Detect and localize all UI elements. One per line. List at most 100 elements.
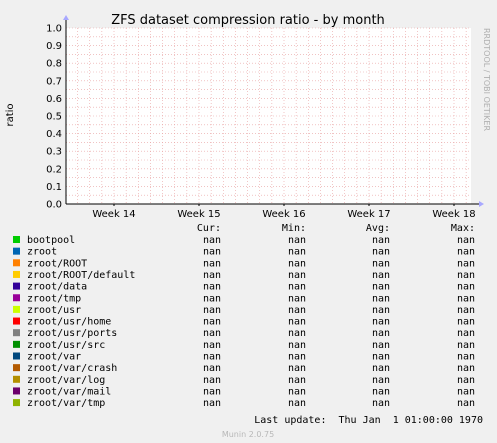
legend-value: nan <box>288 247 306 258</box>
legend-swatch <box>13 236 20 243</box>
y-tick-label: 0.7 <box>46 76 62 87</box>
legend-series-name: zroot/ROOT/default <box>27 270 135 281</box>
legend-value: nan <box>372 398 390 409</box>
y-tick-label: 0.2 <box>46 164 62 175</box>
legend-value: nan <box>457 282 475 293</box>
legend-value: nan <box>288 328 306 339</box>
legend-value: nan <box>372 375 390 386</box>
legend-value: nan <box>372 386 390 397</box>
legend-value: nan <box>203 305 221 316</box>
legend-value: nan <box>288 258 306 269</box>
legend-value: nan <box>457 293 475 304</box>
legend-series-name: zroot/data <box>27 282 87 293</box>
legend-value: nan <box>288 386 306 397</box>
legend-value: nan <box>203 282 221 293</box>
legend-swatch <box>13 399 20 407</box>
legend-swatch <box>13 259 20 267</box>
legend-series-name: bootpool <box>27 235 75 246</box>
legend-value: nan <box>457 235 475 246</box>
legend-swatch <box>13 294 20 302</box>
y-tick-label: 0.0 <box>46 200 62 211</box>
legend-value: nan <box>203 258 221 269</box>
legend-swatch <box>13 375 20 383</box>
legend-value: nan <box>288 270 306 281</box>
y-tick-label: 0.8 <box>46 59 62 70</box>
legend-value: nan <box>203 375 221 386</box>
legend-value: nan <box>288 282 306 293</box>
legend-swatch <box>13 270 20 278</box>
y-axis-label: ratio <box>5 103 16 126</box>
legend-value: nan <box>372 258 390 269</box>
y-tick-label: 0.6 <box>46 94 62 105</box>
legend-header: Cur: <box>197 223 221 234</box>
legend-value: nan <box>288 375 306 386</box>
legend-series-name: zroot/usr/ports <box>27 328 117 339</box>
legend-series-name: zroot/var/tmp <box>27 398 105 409</box>
y-tick-label: 0.4 <box>46 129 62 140</box>
legend-swatch <box>13 340 20 348</box>
legend-value: nan <box>288 398 306 409</box>
legend-series-name: zroot/var/crash <box>27 363 117 374</box>
legend-value: nan <box>288 363 306 374</box>
y-tick-label: 0.9 <box>46 41 62 52</box>
legend-value: nan <box>372 235 390 246</box>
y-tick-label: 0.3 <box>46 147 62 158</box>
legend-value: nan <box>372 352 390 363</box>
legend-value: nan <box>288 317 306 328</box>
legend-swatch <box>13 305 20 313</box>
legend-series-name: zroot <box>27 247 57 258</box>
legend-value: nan <box>457 247 475 258</box>
legend-header: Avg: <box>366 223 390 234</box>
legend-value: nan <box>288 305 306 316</box>
legend-value: nan <box>203 293 221 304</box>
legend-series-name: zroot/usr/src <box>27 340 105 351</box>
legend-value: nan <box>457 270 475 281</box>
legend-value: nan <box>457 398 475 409</box>
legend-value: nan <box>372 363 390 374</box>
legend-value: nan <box>372 282 390 293</box>
y-tick-label: 0.1 <box>46 182 62 193</box>
legend-value: nan <box>372 293 390 304</box>
y-tick-labels: 0.0 0.1 0.2 0.3 0.4 0.5 0.6 0.7 0.8 0.9 1.0 <box>46 24 62 211</box>
x-tick-label: Week 14 <box>92 209 135 220</box>
munin-chart: ZFS dataset compression ratio - by month… <box>0 0 497 443</box>
legend-value: nan <box>457 352 475 363</box>
munin-version-footer: Munin 2.0.75 <box>222 430 274 439</box>
y-tick-label: 1.0 <box>46 24 62 35</box>
legend-value: nan <box>457 375 475 386</box>
legend-value: nan <box>372 317 390 328</box>
legend-value: nan <box>203 247 221 258</box>
legend-value: nan <box>288 340 306 351</box>
legend-swatch <box>13 364 20 372</box>
legend-value: nan <box>372 340 390 351</box>
legend-swatch <box>13 352 20 360</box>
x-tick-label: Week 17 <box>347 209 390 220</box>
x-tick-label: Week 16 <box>262 209 305 220</box>
legend-series-name: zroot/usr/home <box>27 317 111 328</box>
legend-value: nan <box>203 328 221 339</box>
legend-swatch <box>13 387 20 395</box>
legend-value: nan <box>457 363 475 374</box>
legend-value: nan <box>288 293 306 304</box>
legend-value: nan <box>457 386 475 397</box>
legend-value: nan <box>203 317 221 328</box>
last-update-text: Last update: Thu Jan 1 01:00:00 1970 <box>254 415 483 426</box>
legend-series-name: zroot/usr <box>27 305 81 316</box>
legend-value: nan <box>203 235 221 246</box>
legend-swatch <box>13 329 20 337</box>
legend-value: nan <box>288 352 306 363</box>
legend-value: nan <box>288 235 306 246</box>
legend-value: nan <box>457 340 475 351</box>
legend-value: nan <box>457 258 475 269</box>
legend-value: nan <box>457 305 475 316</box>
legend-value: nan <box>372 305 390 316</box>
legend-series-name: zroot/var <box>27 352 81 363</box>
x-tick-label: Week 15 <box>177 209 220 220</box>
legend-swatch <box>13 282 20 290</box>
x-tick-label: Week 18 <box>432 209 475 220</box>
legend-swatch <box>13 247 20 255</box>
legend-value: nan <box>203 398 221 409</box>
legend-value: nan <box>203 352 221 363</box>
legend-series-name: zroot/var/mail <box>27 386 111 397</box>
legend-value: nan <box>457 328 475 339</box>
